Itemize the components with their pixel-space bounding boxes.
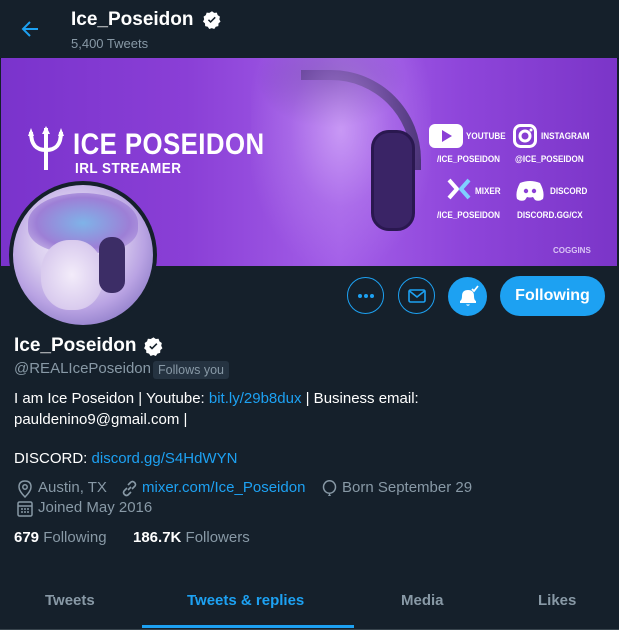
profile-tabs: Tweets Tweets & replies Media Likes xyxy=(0,576,619,630)
discord-icon xyxy=(515,180,545,207)
bell-check-icon xyxy=(460,285,479,306)
banner-title: ICE POSEIDON xyxy=(73,128,265,161)
avatar[interactable] xyxy=(9,181,157,329)
link-icon xyxy=(122,480,137,497)
instagram-icon xyxy=(513,124,537,153)
bio-line-discord: DISCORD: discord.gg/S4HdWYN xyxy=(14,450,237,467)
trident-logo-icon xyxy=(25,124,67,172)
following-number: 679 xyxy=(14,529,40,546)
bio-text: DISCORD: xyxy=(14,450,92,467)
following-count[interactable]: 679 Following xyxy=(14,529,107,546)
active-tab-indicator xyxy=(142,625,354,628)
tab-media[interactable]: Media xyxy=(401,592,444,609)
verified-badge-icon xyxy=(202,10,222,30)
location-pin-icon xyxy=(18,480,32,498)
bio-line-2: pauldenino9@gmail.com | xyxy=(14,411,188,428)
birthday-text: Born September 29 xyxy=(342,479,473,496)
header-name: Ice_Poseidon xyxy=(71,9,194,30)
calendar-icon xyxy=(17,501,33,517)
banner-subtitle: IRL STREAMER xyxy=(75,160,182,177)
banner-youtube-handle: /ICE_POSEIDON xyxy=(437,154,501,164)
mixer-icon xyxy=(447,178,471,205)
banner-artist-credit: COGGINS xyxy=(553,246,591,255)
banner-mixer-label: MIXER xyxy=(475,186,501,196)
website-link[interactable]: mixer.com/Ice_Poseidon xyxy=(142,479,305,496)
bio-text: I am Ice Poseidon | Youtube: xyxy=(14,390,209,407)
banner-mixer-handle: /ICE_POSEIDON xyxy=(437,210,501,220)
back-arrow-icon[interactable] xyxy=(18,17,42,41)
profile-handle: @REALIcePoseidon xyxy=(14,360,151,377)
banner-discord-label: DISCORD xyxy=(550,186,588,196)
profile-name: Ice_Poseidon xyxy=(14,335,137,356)
avatar-headphone xyxy=(99,237,125,293)
banner-youtube-label: YOUTUBE xyxy=(466,131,506,141)
joined-text: Joined May 2016 xyxy=(38,499,153,516)
banner-headphone xyxy=(371,130,415,231)
tab-tweets[interactable]: Tweets xyxy=(45,592,95,609)
followers-count[interactable]: 186.7K Followers xyxy=(133,529,250,546)
tweet-count: 5,400 Tweets xyxy=(71,36,149,51)
followers-number: 186.7K xyxy=(133,529,182,546)
youtube-icon xyxy=(429,124,463,153)
verified-badge-icon xyxy=(143,336,164,357)
top-bar: Ice_Poseidon 5,400 Tweets xyxy=(0,0,619,59)
notifications-button[interactable] xyxy=(448,277,487,316)
message-button[interactable] xyxy=(398,277,435,314)
following-button[interactable]: Following xyxy=(500,276,605,316)
more-options-button[interactable] xyxy=(347,277,384,314)
balloon-icon xyxy=(322,480,337,496)
banner-instagram-handle: @ICE_POSEIDON xyxy=(515,154,584,164)
bio-text: | Business email: xyxy=(301,390,419,407)
banner-instagram-label: INSTAGRAM xyxy=(541,131,590,141)
envelope-icon xyxy=(407,288,426,303)
more-dots-icon xyxy=(357,293,374,298)
location-text: Austin, TX xyxy=(38,479,107,496)
tab-likes[interactable]: Likes xyxy=(538,592,576,609)
followers-label: Followers xyxy=(185,529,250,546)
avatar-image xyxy=(13,185,153,325)
tab-tweets-and-replies[interactable]: Tweets & replies xyxy=(187,592,304,609)
bio-line-1: I am Ice Poseidon | Youtube: bit.ly/29b8… xyxy=(14,390,419,407)
following-label: Following xyxy=(43,529,107,546)
banner-discord-handle: DISCORD.GG/CX xyxy=(517,210,583,220)
follows-you-badge: Follows you xyxy=(153,361,229,379)
youtube-link[interactable]: bit.ly/29b8dux xyxy=(209,390,302,407)
discord-link[interactable]: discord.gg/S4HdWYN xyxy=(92,450,238,467)
avatar-face xyxy=(41,240,103,310)
